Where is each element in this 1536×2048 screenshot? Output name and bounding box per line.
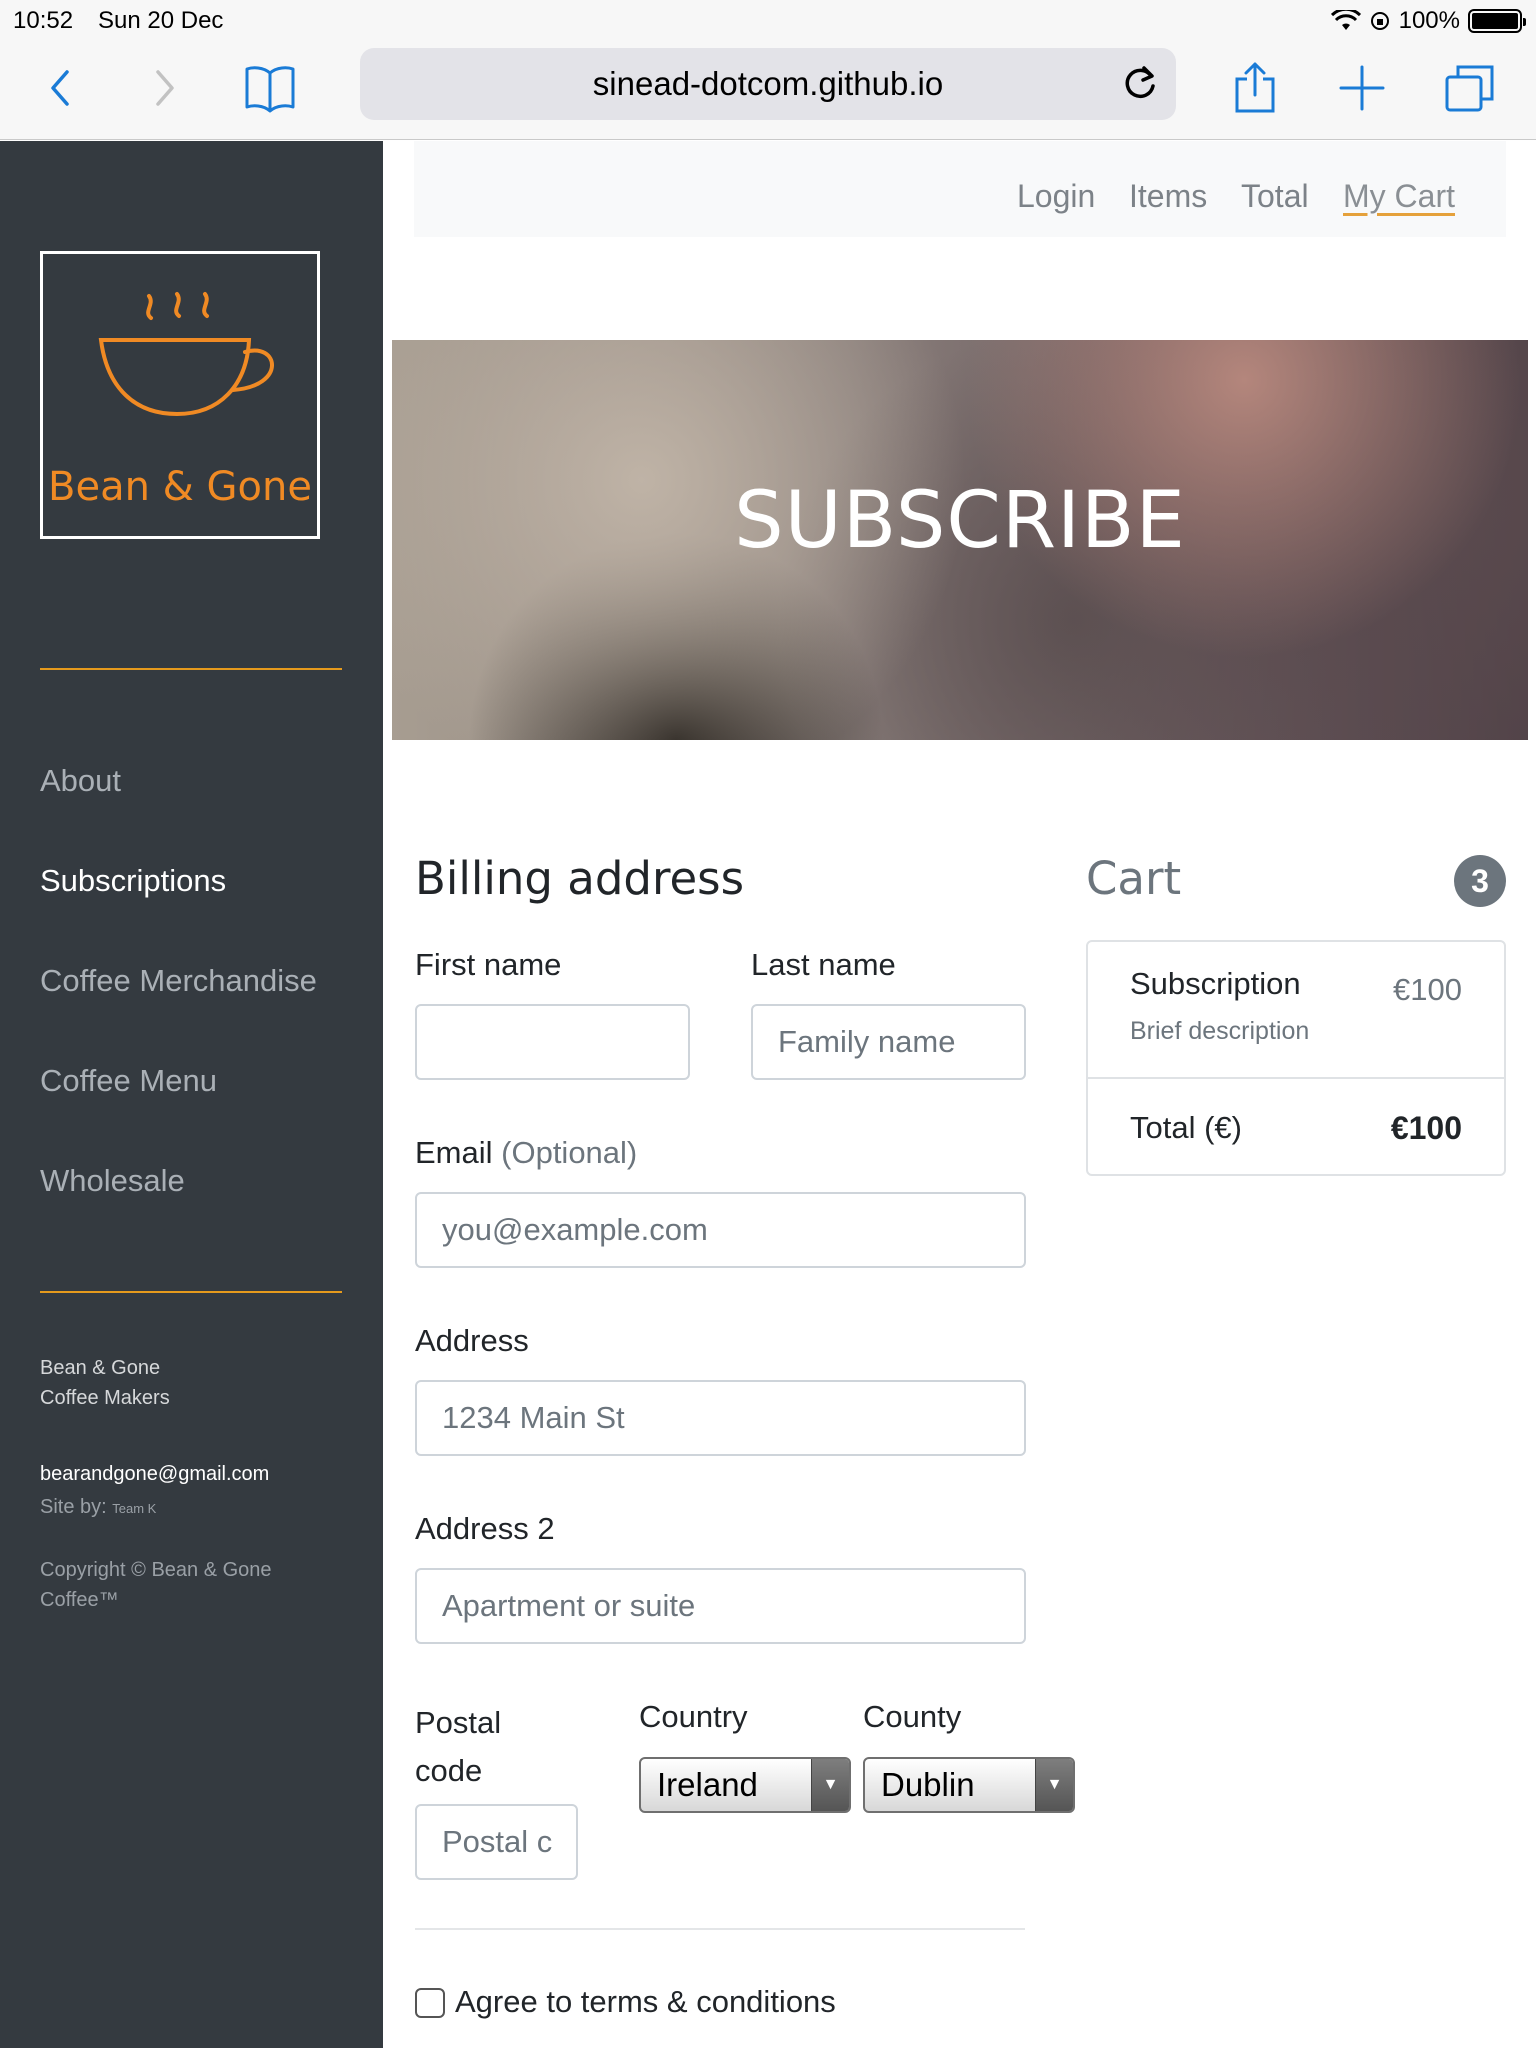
cart-total-value: €100 — [1390, 1110, 1462, 1146]
coffee-cup-icon — [98, 292, 274, 417]
cart-item-title: Subscription — [1130, 966, 1301, 1001]
status-bar: 10:52 Sun 20 Dec 100% — [0, 0, 1536, 40]
footer-email[interactable]: bearandgone@gmail.com — [40, 1459, 269, 1489]
last-name-input[interactable]: Family name — [751, 1004, 1026, 1080]
cart-summary: Subscription Brief description €100 Tota… — [1086, 940, 1506, 1176]
address-input[interactable]: 1234 Main St — [415, 1380, 1026, 1456]
county-select[interactable]: Dublin ▼ — [863, 1757, 1075, 1813]
sidebar-divider-top — [40, 668, 342, 670]
county-label: County — [863, 1699, 962, 1734]
address-bar[interactable]: sinead-dotcom.github.io — [360, 48, 1176, 120]
nav-total[interactable]: Total — [1241, 178, 1309, 215]
cart-count-badge: 3 — [1454, 855, 1506, 907]
cart-heading: Cart — [1086, 852, 1182, 905]
bookmarks-icon[interactable] — [240, 58, 300, 118]
status-time: 10:52 — [13, 7, 74, 34]
nav-items[interactable]: Items — [1129, 178, 1207, 215]
logo-text: Bean & Gone — [48, 464, 312, 510]
battery-percent: 100% — [1398, 7, 1460, 34]
footer-copyright: Copyright © Bean & Gone Coffee™ — [40, 1555, 272, 1615]
hero-title: SUBSCRIBE — [734, 476, 1186, 566]
postal-label-line2: code — [415, 1753, 483, 1788]
battery-icon — [1468, 9, 1526, 33]
nav-my-cart[interactable]: My Cart — [1343, 178, 1455, 215]
sidebar-item-wholesale[interactable]: Wholesale — [40, 1163, 185, 1199]
form-divider — [415, 1928, 1025, 1930]
url-text: sinead-dotcom.github.io — [592, 65, 944, 102]
address2-input[interactable]: Apartment or suite — [415, 1568, 1026, 1644]
county-dropdown-icon: ▼ — [1035, 1759, 1073, 1811]
cart-item-description: Brief description — [1130, 1017, 1310, 1045]
terms-label[interactable]: Agree to terms & conditions — [455, 1984, 836, 2020]
nav-login[interactable]: Login — [1017, 178, 1095, 215]
new-tab-icon[interactable] — [1332, 58, 1392, 118]
footer-site-by-label: Site by: — [40, 1496, 107, 1518]
country-value: Ireland — [657, 1766, 758, 1803]
cart-divider — [1088, 1077, 1504, 1079]
first-name-input[interactable] — [415, 1004, 690, 1080]
sidebar-item-coffee-merchandise[interactable]: Coffee Merchandise — [40, 963, 317, 999]
back-icon[interactable] — [30, 58, 90, 118]
footer-site-by: Site by: Team K — [40, 1492, 156, 1524]
browser-toolbar: sinead-dotcom.github.io — [0, 40, 1536, 140]
footer-company: Bean & Gone Coffee Makers — [40, 1353, 170, 1413]
email-label-text: Email — [415, 1135, 493, 1170]
billing-heading: Billing address — [415, 852, 745, 905]
footer-copyright-line2: Coffee™ — [40, 1589, 119, 1611]
sidebar-divider-bottom — [40, 1291, 342, 1293]
postal-code-label: Postal code — [415, 1699, 501, 1795]
postal-code-input[interactable]: Postal c — [415, 1804, 578, 1880]
forward-icon[interactable] — [135, 58, 195, 118]
reload-icon[interactable] — [1118, 62, 1162, 106]
footer-company-line1: Bean & Gone — [40, 1357, 161, 1379]
status-right: 100% — [1330, 7, 1526, 35]
email-optional-text: (Optional) — [501, 1135, 638, 1170]
sidebar: Bean & Gone About Subscriptions Coffee M… — [0, 141, 383, 2048]
address-label: Address — [415, 1323, 529, 1358]
sidebar-item-coffee-menu[interactable]: Coffee Menu — [40, 1063, 217, 1099]
site-logo[interactable]: Bean & Gone — [40, 251, 320, 539]
postal-label-line1: Postal — [415, 1705, 502, 1740]
tabs-icon[interactable] — [1440, 58, 1500, 118]
country-select[interactable]: Ireland ▼ — [639, 1757, 851, 1813]
last-name-label: Last name — [751, 947, 896, 982]
share-icon[interactable] — [1225, 58, 1285, 118]
status-date: Sun 20 Dec — [98, 7, 224, 34]
top-nav: Login Items Total My Cart — [414, 141, 1506, 237]
country-dropdown-icon: ▼ — [811, 1759, 849, 1811]
sidebar-item-subscriptions[interactable]: Subscriptions — [40, 863, 226, 899]
footer-copyright-line1: Copyright © Bean & Gone — [40, 1559, 272, 1581]
country-label: Country — [639, 1699, 748, 1734]
hero-banner: SUBSCRIBE — [392, 340, 1528, 740]
email-label: Email (Optional) — [415, 1135, 637, 1171]
address2-label: Address 2 — [415, 1511, 555, 1546]
footer-site-by-value: Team K — [112, 1501, 157, 1516]
wifi-icon — [1330, 10, 1361, 30]
terms-checkbox[interactable] — [415, 1988, 445, 2018]
cart-total-label: Total (€) — [1130, 1110, 1242, 1145]
email-input[interactable]: you@example.com — [415, 1192, 1026, 1268]
footer-company-line2: Coffee Makers — [40, 1387, 170, 1409]
rotation-lock-icon — [1370, 12, 1389, 30]
county-value: Dublin — [881, 1766, 975, 1803]
sidebar-item-about[interactable]: About — [40, 763, 121, 799]
cart-item-price: €100 — [1393, 972, 1462, 1007]
first-name-label: First name — [415, 947, 562, 982]
